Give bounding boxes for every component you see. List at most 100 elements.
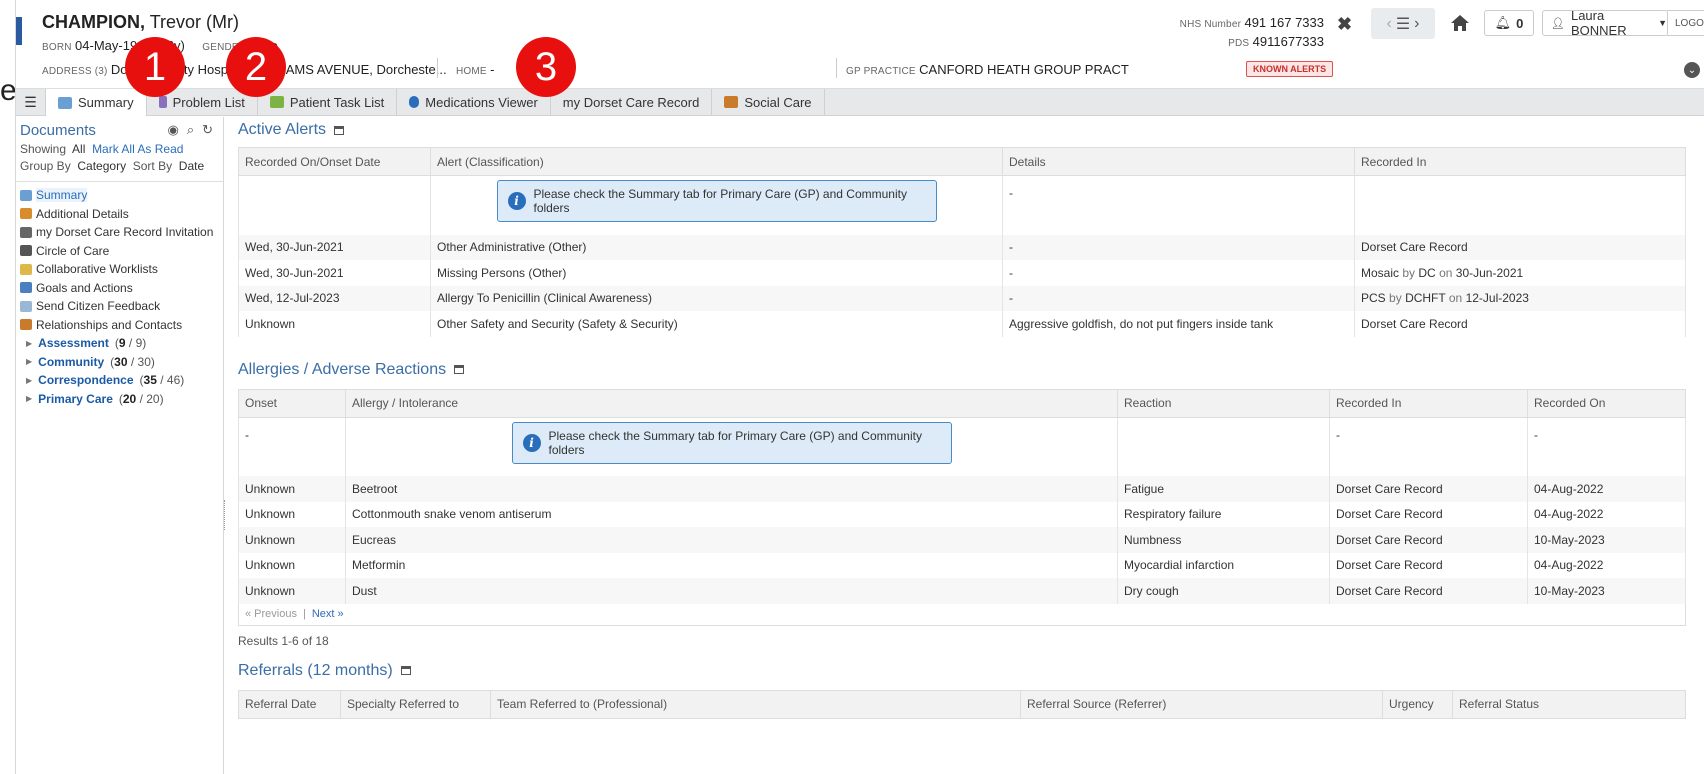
tab-social-care[interactable]: Social Care [712, 89, 825, 115]
chevron-right-icon[interactable]: › [1414, 15, 1419, 33]
chevron-left-icon[interactable]: ‹ [1387, 15, 1392, 33]
window-icon[interactable] [334, 125, 345, 135]
on-label: on [1448, 291, 1463, 306]
document-icon [20, 300, 32, 312]
column-header[interactable]: Referral Status [1452, 689, 1686, 719]
previous-page-link[interactable]: « Previous [245, 608, 297, 620]
next-page-link[interactable]: Next » [312, 608, 344, 620]
column-header[interactable]: Referral Source (Referrer) [1020, 689, 1383, 719]
recorded-in-system: PCS [1361, 291, 1386, 306]
recorded-date: 12-Jul-2023 [1465, 291, 1529, 306]
table-row[interactable]: Wed, 12-Jul-2023 Allergy To Penicillin (C… [238, 285, 1686, 311]
sidebar-item[interactable]: Relationships and Contacts [20, 316, 219, 335]
user-menu[interactable]: 👤︎ Laura BONNER ▼ [1542, 8, 1668, 38]
pds-value: 4911677333 [1252, 34, 1324, 49]
patient-list-nav[interactable]: ‹ ☰ › [1371, 8, 1435, 39]
table-cell: Allergy To Penicillin (Clinical Awarenes… [430, 285, 1003, 311]
table-cell: - [1329, 417, 1528, 476]
group-read-count: 35 [143, 373, 157, 388]
eye-icon[interactable]: ◉ [167, 122, 178, 138]
column-header[interactable]: Specialty Referred to [340, 689, 491, 719]
sort-by-value[interactable]: Date [179, 159, 204, 173]
expand-banner-icon[interactable]: ⌄ [1684, 62, 1700, 78]
recorded-by: DC [1418, 265, 1436, 280]
gp-value: CANFORD HEATH GROUP PRACT [919, 62, 1129, 77]
tab-label: Social Care [744, 94, 812, 110]
column-header[interactable]: Recorded In [1354, 147, 1686, 176]
table-cell: 10-May-2023 [1527, 578, 1686, 604]
column-header[interactable]: Onset [238, 388, 346, 418]
table-row[interactable]: Wed, 30-Jun-2021 Other Administrative (Ot… [238, 234, 1686, 260]
expand-triangle-icon[interactable]: ▶ [26, 339, 32, 348]
expand-triangle-icon[interactable]: ▶ [26, 394, 32, 403]
sidebar-item[interactable]: Goals and Actions [20, 279, 219, 298]
sidebar-item[interactable]: Summary [20, 186, 219, 205]
expand-triangle-icon[interactable]: ▶ [26, 376, 32, 385]
table-row[interactable]: Unknown Cottonmouth snake venom antiserum… [238, 501, 1686, 527]
table-cell: Unknown [238, 311, 431, 337]
allergies-table: Onset Allergy / Intolerance Reaction Record… [238, 388, 1686, 604]
column-header[interactable]: Reaction [1117, 388, 1330, 418]
mark-all-read-link[interactable]: Mark All As Read [92, 142, 183, 156]
showing-value[interactable]: All [72, 142, 85, 156]
table-cell: Eucreas [345, 527, 1118, 553]
pds-label: PDS [1228, 38, 1250, 49]
close-patient-icon[interactable]: ✖ [1337, 14, 1352, 35]
table-cell: Wed, 30-Jun-2021 [238, 234, 431, 260]
table-cell: Fatigue [1117, 476, 1330, 502]
tab-label: my Dorset Care Record [562, 94, 700, 110]
search-icon[interactable]: ⌕ [187, 122, 194, 138]
sidebar-item-label: Circle of Care [36, 243, 110, 258]
resize-handle[interactable] [224, 500, 227, 530]
notifications-button[interactable]: 🔔︎ 0 [1484, 10, 1534, 36]
patient-record-window: CHAMPION, Trevor (Mr) BORN 04-May-1966 (… [15, 0, 1704, 774]
column-header[interactable]: Allergy / Intolerance [345, 388, 1118, 418]
table-row[interactable]: Unknown Eucreas Numbness Dorset Care Record… [238, 527, 1686, 553]
table-row[interactable]: Unknown Other Safety and Security (Safety… [238, 311, 1686, 337]
group-count: (9 / 9) [114, 336, 147, 351]
list-icon[interactable]: ☰ [1396, 14, 1410, 34]
window-icon[interactable] [400, 666, 411, 675]
sidebar-item[interactable]: Additional Details [20, 205, 219, 224]
table-row[interactable]: Wed, 30-Jun-2021 Missing Persons (Other) -… [238, 260, 1686, 286]
document-group[interactable]: ▶ Community (30 / 30) [20, 353, 219, 372]
column-header[interactable]: Recorded On [1527, 388, 1686, 418]
document-group[interactable]: ▶ Correspondence (35 / 46) [20, 371, 219, 390]
table-row[interactable]: Unknown Metformin Myocardial infarction Dor… [238, 552, 1686, 578]
table-row[interactable]: Unknown Dust Dry cough Dorset Care Record 10… [238, 578, 1686, 604]
column-header[interactable]: Details [1002, 147, 1355, 176]
column-header[interactable]: Team Referred to (Professional) [490, 689, 1021, 719]
refresh-icon[interactable]: ↻ [202, 122, 213, 138]
column-header[interactable]: Recorded On/Onset Date [238, 147, 431, 176]
info-message: i Please check the Summary tab for Prima… [496, 180, 937, 222]
sidebar-item[interactable]: my Dorset Care Record Invitation [20, 223, 219, 242]
menu-icon[interactable]: ☰ [16, 89, 46, 115]
tab-label: Problem List [172, 94, 245, 110]
column-header[interactable]: Urgency [1382, 689, 1453, 719]
tab-patient-task-list[interactable]: Patient Task List [258, 89, 398, 115]
logout-button[interactable]: LOGOUT [1667, 10, 1704, 36]
table-cell: Respiratory failure [1117, 501, 1330, 527]
home-icon[interactable] [1450, 13, 1470, 33]
column-header[interactable]: Alert (Classification) [430, 147, 1003, 176]
info-row: - i Please check the Summary tab for Pri… [238, 417, 1686, 476]
sidebar-item[interactable]: Collaborative Worklists [20, 260, 219, 279]
column-header[interactable]: Recorded In [1329, 388, 1528, 418]
documents-heading: Documents ◉ ⌕ ↻ [20, 122, 219, 139]
sidebar-item[interactable]: Circle of Care [20, 242, 219, 261]
active-alerts-table: Recorded On/Onset Date Alert (Classificat… [238, 147, 1686, 337]
tab-my-dorset-care-record[interactable]: my Dorset Care Record [551, 89, 713, 115]
document-group[interactable]: ▶ Primary Care (20 / 20) [20, 390, 219, 409]
sidebar-item[interactable]: Send Citizen Feedback [20, 297, 219, 316]
window-icon[interactable] [454, 365, 465, 374]
tab-medications-viewer[interactable]: Medications Viewer [397, 89, 551, 115]
column-header[interactable]: Referral Date [238, 689, 341, 719]
home-phone: HOME - [456, 62, 495, 77]
group-label: Correspondence [38, 373, 134, 388]
tab-summary[interactable]: Summary [46, 89, 147, 116]
group-by-value[interactable]: Category [77, 159, 126, 173]
known-alerts-badge[interactable]: KNOWN ALERTS [1246, 61, 1334, 77]
expand-triangle-icon[interactable]: ▶ [26, 357, 32, 366]
table-row[interactable]: Unknown Beetroot Fatigue Dorset Care Record… [238, 476, 1686, 502]
document-group[interactable]: ▶ Assessment (9 / 9) [20, 334, 219, 353]
